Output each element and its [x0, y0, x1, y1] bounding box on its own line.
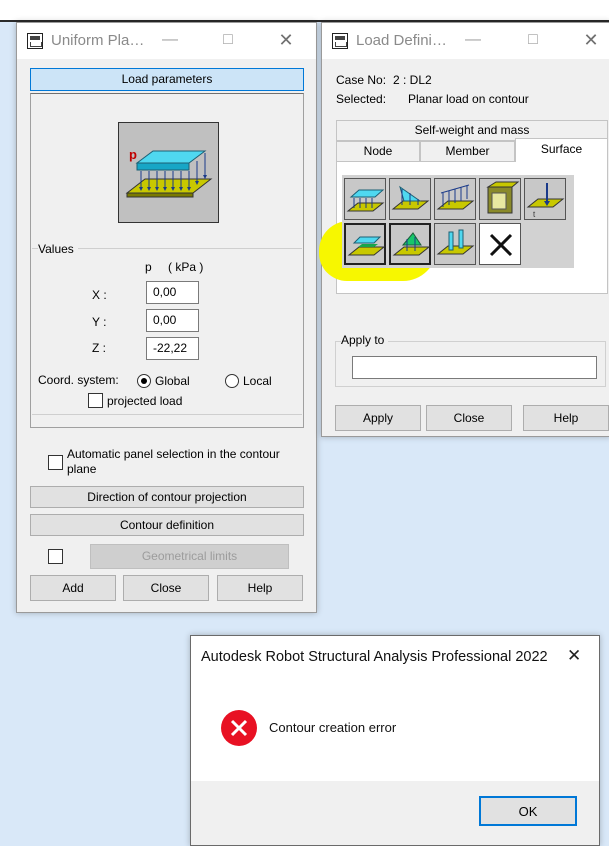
tab-member-label: Member: [445, 144, 490, 158]
point-load-panel-tool[interactable]: t: [524, 178, 566, 220]
tab-self-weight-label: Self-weight and mass: [414, 123, 530, 137]
auto-panel-label: Automatic panel selection in the contour…: [67, 447, 280, 476]
apply-to-input[interactable]: [352, 356, 597, 379]
projected-load-label: projected load: [107, 394, 183, 408]
delete-load-tool[interactable]: [479, 223, 521, 265]
local-label: Local: [243, 374, 272, 388]
local-radio[interactable]: [225, 374, 239, 388]
error-close-icon[interactable]: ✕: [567, 646, 581, 666]
error-dialog: Autodesk Robot Structural Analysis Profe…: [190, 635, 600, 846]
load-def-title: Load Defini…: [356, 32, 447, 49]
tab-surface[interactable]: Surface: [515, 138, 608, 163]
planar-load-contour-tool[interactable]: [344, 223, 386, 265]
values-label: Values: [38, 242, 78, 256]
maximize-button[interactable]: □: [522, 29, 544, 51]
close-button[interactable]: ✕: [580, 29, 602, 51]
hydrostatic-load-tool[interactable]: [479, 178, 521, 220]
hydrostatic-load-icon: [486, 181, 520, 214]
uniform-planar-load-tool[interactable]: [344, 178, 386, 220]
minimize-button[interactable]: —: [462, 29, 484, 51]
top-bar: [0, 0, 609, 22]
load-def-help-button[interactable]: Help: [523, 405, 609, 431]
robot-app-icon: [27, 33, 43, 49]
uniform-planar-load-icon: [346, 189, 385, 212]
apply-to-label: Apply to: [341, 333, 389, 347]
uniform-close-button[interactable]: Close: [123, 575, 209, 601]
point-load-on-panel-icon: t: [526, 183, 565, 219]
unit-header: ( kPa ): [168, 260, 204, 274]
tab-surface-label: Surface: [540, 142, 583, 156]
contour-definition-button[interactable]: Contour definition: [30, 514, 304, 536]
geometrical-limits-checkbox[interactable]: [48, 549, 63, 564]
y-label: Y :: [92, 315, 107, 329]
edge-load-icon: [436, 184, 475, 210]
case-label: Case No:: [336, 73, 387, 87]
projected-load-checkbox[interactable]: [88, 393, 103, 408]
load-diagram-icon: [125, 150, 213, 198]
error-icon: [221, 710, 257, 746]
selected-value: Planar load on contour: [408, 92, 529, 106]
tab-node[interactable]: Node: [336, 141, 420, 162]
case-value: 2 : DL2: [393, 73, 432, 87]
tab-member[interactable]: Member: [420, 141, 515, 162]
ok-button[interactable]: OK: [479, 796, 577, 826]
load-def-titlebar: Load Defini… — □ ✕: [322, 23, 609, 59]
error-x-icon: [230, 719, 248, 737]
uniform-dialog-title: Uniform Pla…: [51, 32, 145, 49]
linear-planar-load-icon: [391, 185, 430, 210]
x-label: X :: [92, 288, 107, 302]
uniform-planar-load-dialog: Uniform Pla… — □ ✕ Load parameters p Val…: [16, 22, 317, 613]
uniform-help-button[interactable]: Help: [217, 575, 303, 601]
direction-projection-button[interactable]: Direction of contour projection: [30, 486, 304, 508]
uniform-dialog-titlebar: Uniform Pla… — □ ✕: [17, 23, 316, 59]
global-label: Global: [155, 374, 190, 388]
apply-button[interactable]: Apply: [335, 405, 421, 431]
linear-load-2p-icon: [436, 229, 475, 255]
planar-load-on-contour-icon: [347, 236, 386, 256]
minimize-button[interactable]: —: [159, 29, 181, 51]
linear-planar-load-tool[interactable]: [389, 178, 431, 220]
uniform-load-illustration: p: [118, 122, 219, 223]
z-label: Z :: [92, 341, 106, 355]
load-definition-dialog: Load Defini… — □ ✕ Case No: 2 : DL2 Sele…: [319, 22, 609, 437]
panel-inner-divider: [32, 414, 302, 415]
y-value-input[interactable]: 0,00: [146, 309, 199, 332]
edge-load-tool[interactable]: [434, 178, 476, 220]
robot-app-icon: [332, 33, 348, 49]
tab-node-label: Node: [363, 144, 393, 158]
error-message: Contour creation error: [269, 720, 397, 735]
auto-panel-checkbox[interactable]: [48, 455, 63, 470]
error-dialog-title: Autodesk Robot Structural Analysis Profe…: [201, 649, 548, 665]
load-p-label: p: [129, 147, 137, 162]
load-def-close-button[interactable]: Close: [426, 405, 512, 431]
z-value-input[interactable]: -22,22: [146, 337, 199, 360]
delete-load-icon: [489, 233, 513, 257]
selected-label: Selected:: [336, 92, 387, 106]
p-header: p: [145, 260, 152, 274]
linear-load-contour-tool[interactable]: [389, 223, 431, 265]
global-radio[interactable]: [137, 374, 151, 388]
geometrical-limits-button[interactable]: Geometrical limits: [90, 544, 289, 569]
svg-text:t: t: [533, 210, 536, 219]
maximize-button[interactable]: □: [217, 29, 239, 51]
load-parameters-button[interactable]: Load parameters: [30, 68, 304, 91]
linear-load-2p-tool[interactable]: [434, 223, 476, 265]
x-value-input[interactable]: 0,00: [146, 281, 199, 304]
close-button[interactable]: ✕: [275, 29, 297, 51]
linear-load-on-contour-icon: [392, 232, 431, 256]
add-button[interactable]: Add: [30, 575, 116, 601]
coord-system-label: Coord. system:: [38, 373, 119, 387]
